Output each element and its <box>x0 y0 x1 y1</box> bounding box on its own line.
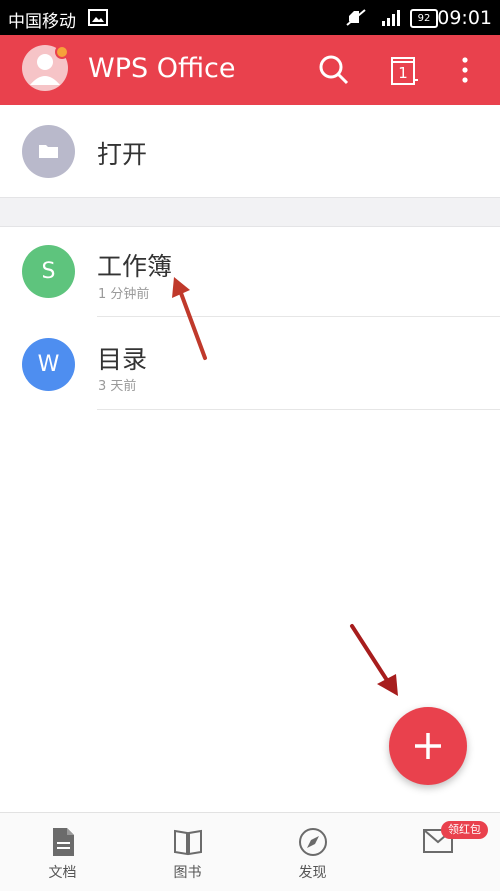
open-row[interactable]: 打开 <box>0 105 500 197</box>
annotation-arrow <box>350 624 398 696</box>
battery-level: 92 <box>417 13 431 24</box>
folder-icon <box>39 145 58 158</box>
tab-label: 文档 <box>48 865 77 881</box>
new-document-button[interactable] <box>389 707 467 785</box>
tab-discover[interactable]: 发现 <box>250 813 375 891</box>
list-item[interactable]: S 工作簿 1 分钟前 <box>0 226 500 317</box>
tab-count: 1 <box>398 64 408 82</box>
red-packet-badge[interactable]: 领红包 <box>441 821 488 839</box>
document-icon <box>53 828 74 856</box>
image-notification-icon <box>88 9 108 26</box>
mute-icon <box>346 9 366 26</box>
search-icon[interactable] <box>314 50 354 90</box>
tabs-button[interactable]: 1 <box>384 50 424 90</box>
app-bar: WPS Office 1 <box>0 35 500 105</box>
folder-circle <box>22 125 75 178</box>
document-circle: W <box>22 338 75 391</box>
battery-icon: 92 <box>410 9 438 28</box>
row-separator <box>97 316 500 317</box>
signal-icon <box>382 10 400 26</box>
compass-icon <box>299 828 327 856</box>
tab-label: 图书 <box>173 865 202 881</box>
open-label: 打开 <box>97 140 148 169</box>
spreadsheet-circle: S <box>22 245 75 298</box>
spreadsheet-icon: S <box>41 259 56 284</box>
file-name: 目录 <box>97 345 148 374</box>
status-bar: 中国移动 92 09:01 <box>0 0 500 35</box>
tab-documents[interactable]: 文档 <box>0 813 125 891</box>
carrier-name: 中国移动 <box>8 12 76 32</box>
tab-books[interactable]: 图书 <box>125 813 250 891</box>
list-item[interactable]: W 目录 3 天前 <box>0 318 500 410</box>
notification-dot <box>55 45 69 59</box>
clock: 09:01 <box>437 7 492 29</box>
bottom-navigation: 文档 图书 发现 <box>0 812 500 891</box>
app-title: WPS Office <box>88 53 236 84</box>
row-separator <box>97 409 500 410</box>
more-icon[interactable] <box>445 50 485 90</box>
plus-icon <box>415 733 441 759</box>
file-time: 1 分钟前 <box>98 287 150 302</box>
annotation-arrow <box>172 277 207 360</box>
file-time: 3 天前 <box>98 379 137 394</box>
tab-label: 发现 <box>298 865 327 881</box>
word-doc-icon: W <box>37 352 60 377</box>
book-icon <box>174 829 202 856</box>
section-divider <box>0 197 500 227</box>
